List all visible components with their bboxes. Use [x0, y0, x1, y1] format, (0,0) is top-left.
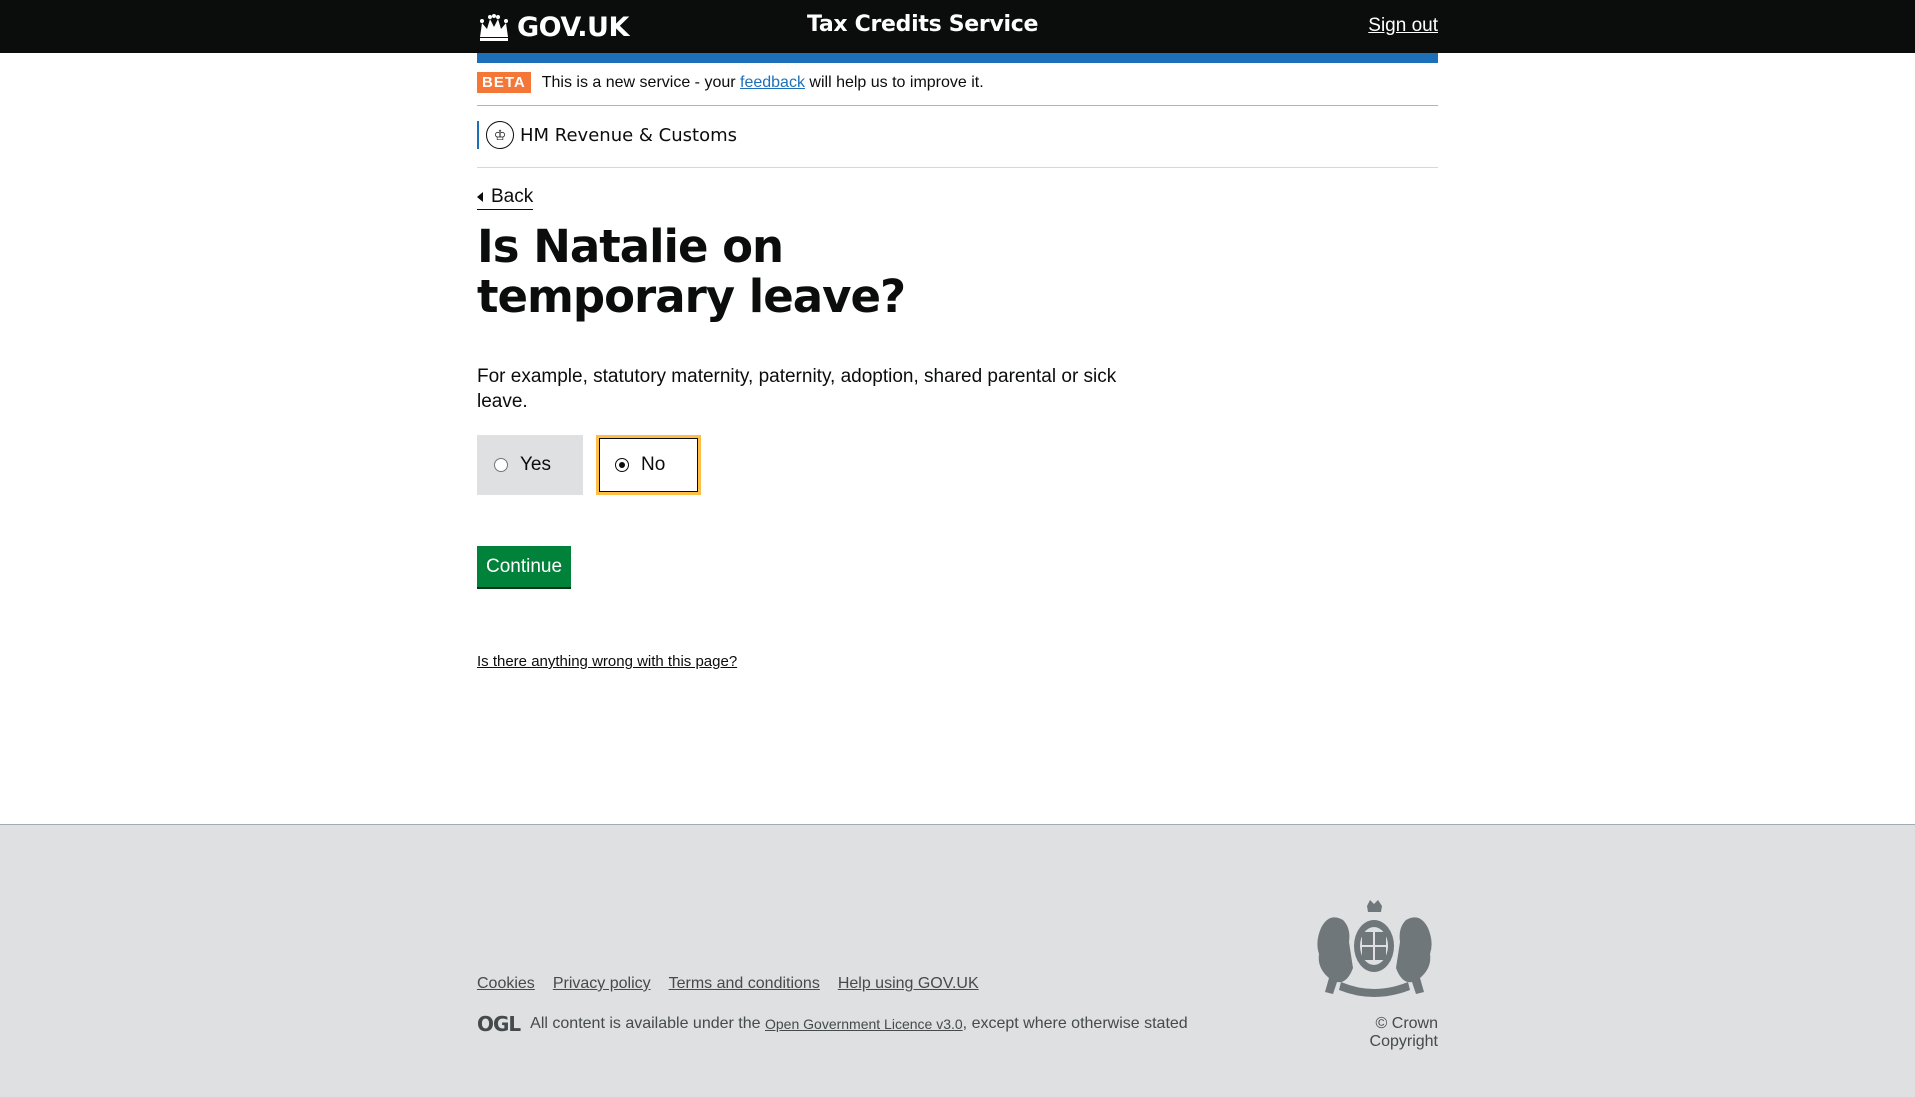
royal-coat-of-arms-icon — [1317, 900, 1432, 997]
crown-copyright: © Crown Copyright — [1369, 1015, 1438, 1050]
licence-text-after: , except where otherwise stated — [962, 1015, 1188, 1032]
radio-button-no[interactable] — [615, 458, 629, 472]
header-blue-bar — [477, 53, 1438, 63]
back-link-label: Back — [491, 186, 534, 207]
ogl-licence-link[interactable]: Open Government Licence v3.0 — [765, 1016, 963, 1032]
organisation-logo: ♔ HM Revenue & Customs — [477, 121, 737, 149]
organisation-name: HM Revenue & Customs — [520, 124, 737, 146]
report-problem-link[interactable]: Is there anything wrong with this page? — [477, 653, 737, 670]
radio-option-yes[interactable]: Yes — [477, 435, 583, 495]
beta-tag: BETA — [477, 72, 531, 93]
service-name-link[interactable]: Tax Credits Service — [807, 12, 1038, 37]
radio-selected-dot — [619, 462, 625, 468]
radio-label-yes: Yes — [520, 454, 551, 475]
ogl-logo-icon: OGL — [477, 1012, 521, 1036]
continue-button[interactable]: Continue — [477, 546, 571, 587]
radio-label-no: No — [641, 454, 666, 475]
footer-link-privacy[interactable]: Privacy policy — [553, 975, 651, 993]
phase-banner: BETA This is a new service - your feedba… — [477, 72, 984, 93]
licence-notice: OGL All content is available under the O… — [477, 1012, 1188, 1036]
divider — [477, 167, 1438, 168]
footer-link-help[interactable]: Help using GOV.UK — [838, 975, 979, 993]
licence-text-before: All content is available under the — [530, 1015, 761, 1032]
divider — [477, 105, 1438, 106]
phase-banner-text-after: will help us to improve it. — [804, 73, 984, 91]
crown-icon — [480, 14, 508, 41]
govuk-logo-text: GOV.UK — [517, 11, 629, 43]
sign-out-link[interactable]: Sign out — [1368, 15, 1438, 37]
site-footer — [0, 824, 1915, 1097]
hmrc-crest-icon: ♔ — [486, 121, 514, 149]
footer-links: Cookies Privacy policy Terms and conditi… — [477, 975, 979, 993]
govuk-logo-link[interactable]: GOV.UK — [477, 10, 629, 44]
back-link[interactable]: Back — [477, 186, 534, 210]
phase-banner-text: This is a new service - your feedback wi… — [542, 74, 984, 92]
back-arrow-icon — [477, 192, 483, 202]
phase-banner-text-before: This is a new service - your — [541, 73, 741, 91]
radio-button-yes[interactable] — [494, 458, 508, 472]
page-title: Is Natalie on temporary leave? — [477, 220, 906, 323]
footer-link-cookies[interactable]: Cookies — [477, 975, 535, 993]
radio-option-no[interactable]: No — [596, 435, 701, 495]
feedback-link[interactable]: feedback — [740, 74, 805, 91]
question-hint: For example, statutory maternity, patern… — [477, 366, 1117, 412]
footer-link-terms[interactable]: Terms and conditions — [669, 975, 820, 993]
